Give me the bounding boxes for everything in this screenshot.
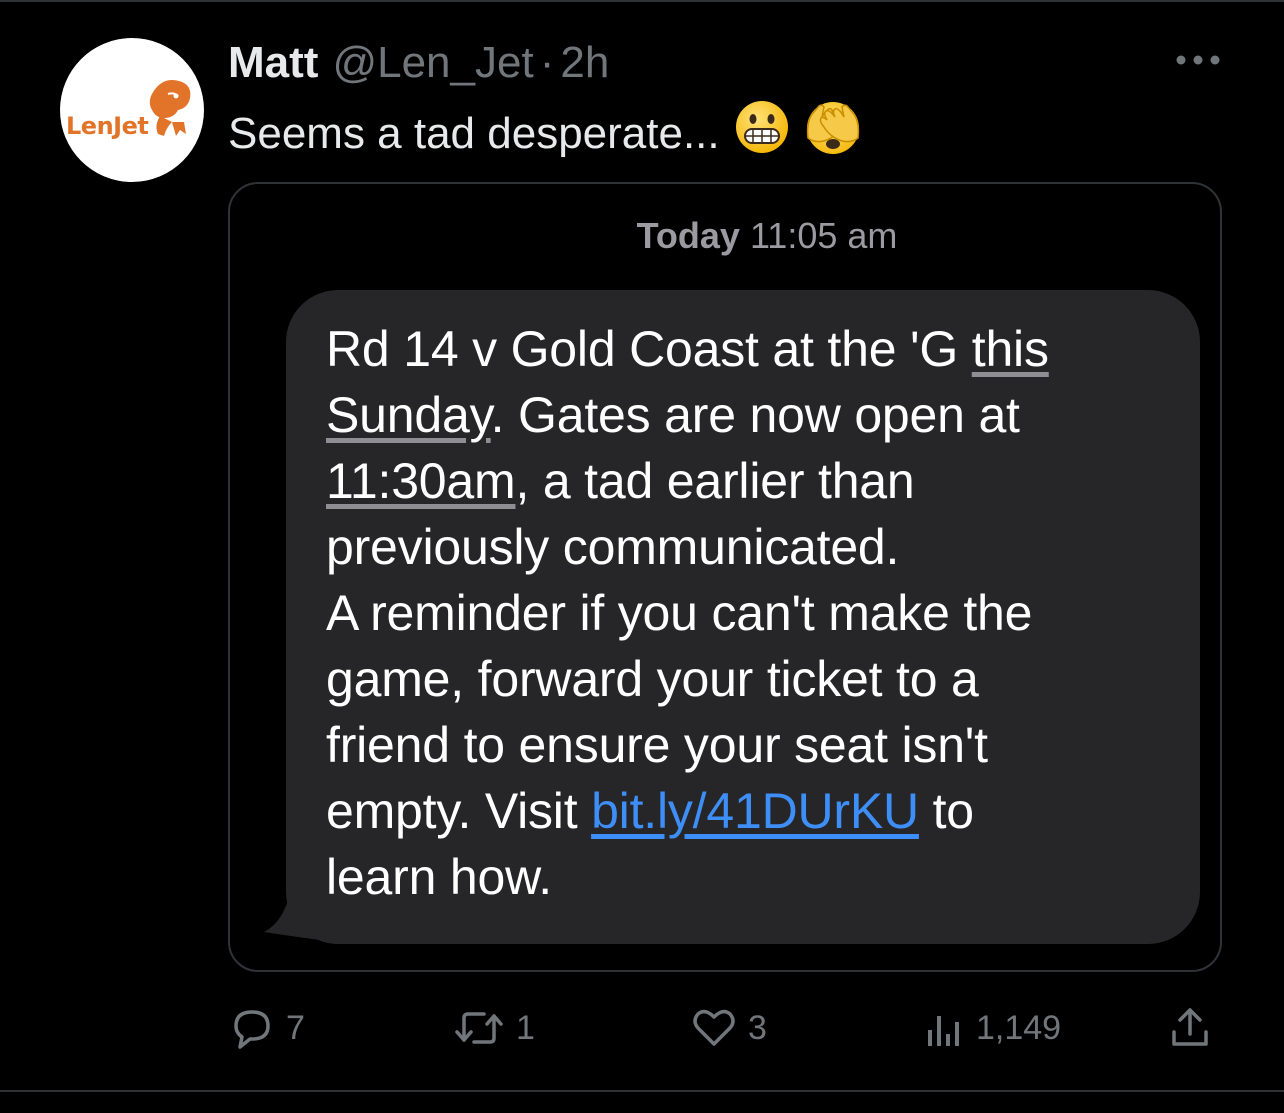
analytics-bars-icon [928,1016,959,1046]
tweet-actions-bar: 7 1 3 1,149 [228,1000,1222,1056]
message-text: Rd 14 v Gold Coast at the 'G this Sunday… [326,316,1160,910]
message-line-2: . Gates are now open at [490,387,1020,443]
repost-icon [455,1012,503,1044]
message-line-9: learn how. [326,849,552,905]
message-line-1: Rd 14 v Gold Coast at the 'G [326,321,972,377]
avatar[interactable]: LenJet [60,38,204,182]
tweet-text: Seems a tad desperate... [228,98,862,170]
message-timestamp-time: 11:05 am [749,215,898,256]
message-timestamp-day: Today [636,215,740,256]
message-line-4: previously communicated. [326,519,900,575]
short-url-link[interactable]: bit.ly/41DUrKU [591,783,919,839]
face-with-hand-over-eyes-emoji-icon [804,98,862,170]
message-bubble: Rd 14 v Gold Coast at the 'G this Sunday… [286,290,1200,944]
message-line-6: game, forward your ticket to a [326,651,979,707]
like-button[interactable]: 3 [690,1000,767,1056]
share-icon [1172,1008,1208,1046]
more-options-button[interactable] [1170,44,1226,76]
repost-button[interactable]: 1 [452,1000,535,1056]
user-handle[interactable]: @Len_Jet [332,38,533,88]
message-line-3: , a tad earlier than [515,453,915,509]
reply-button[interactable]: 7 [228,1000,305,1056]
views-button[interactable]: 1,149 [924,1000,1061,1056]
top-divider [0,0,1284,2]
display-name[interactable]: Matt [228,38,318,88]
view-count: 1,149 [976,1008,1062,1047]
media-card-screenshot[interactable]: Today 11:05 am Rd 14 v Gold Coast at the… [228,182,1222,972]
grimacing-face-emoji-icon [734,99,790,169]
like-count: 3 [748,1008,767,1047]
reply-count: 7 [286,1008,305,1047]
more-dots-icon [1176,55,1220,65]
time-link[interactable]: 11:30am [326,453,516,509]
bottom-divider [0,1090,1284,1092]
share-button[interactable] [1166,1000,1214,1056]
message-line-8: empty. Visit [326,783,592,839]
date-link-sunday[interactable]: Sunday [326,387,491,443]
tweet-time[interactable]: 2h [560,38,609,88]
date-link-this[interactable]: this [972,321,1049,377]
separator-dot: · [539,38,555,87]
tweet-body: Seems a tad desperate... [228,109,720,158]
message-line-7: friend to ensure your seat isn't [326,717,988,773]
reply-icon [234,1010,270,1049]
message-timestamp: Today 11:05 am [230,214,1220,258]
repost-count: 1 [516,1008,535,1047]
message-line-5: A reminder if you can't make the [326,585,1033,641]
dog-head-logo-icon [149,80,191,136]
heart-icon [693,1009,735,1046]
message-line-8-tail: to [918,783,975,839]
avatar-logo-text: LenJet [66,112,148,140]
tweet-header: Matt @Len_Jet · 2h [228,38,609,88]
